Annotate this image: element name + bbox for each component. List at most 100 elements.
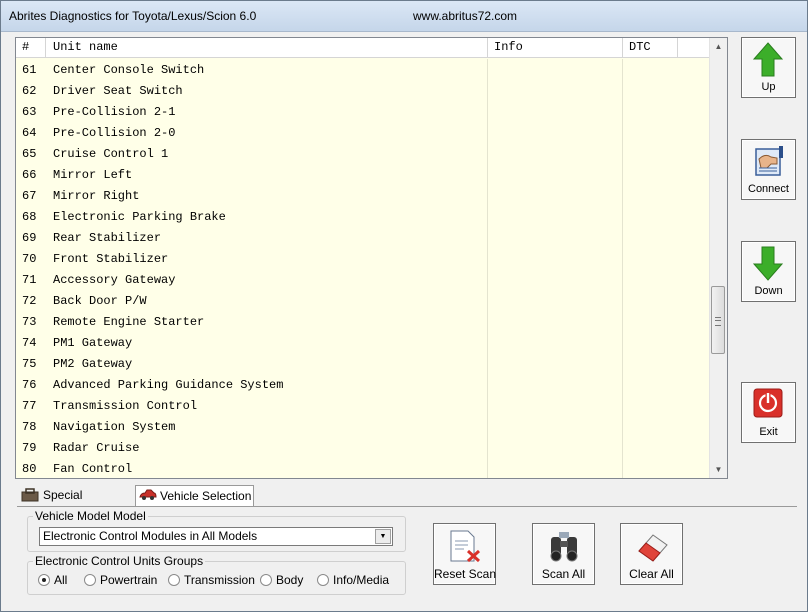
- column-header-dtc[interactable]: DTC: [623, 38, 678, 57]
- scan-all-label: Scan All: [541, 567, 586, 581]
- row-info: [488, 458, 623, 478]
- row-unit-name: Back Door P/W: [46, 290, 488, 311]
- row-unit-name: PM1 Gateway: [46, 332, 488, 353]
- row-info: [488, 395, 623, 416]
- row-dtc: [623, 311, 678, 332]
- row-dtc: [623, 374, 678, 395]
- row-dtc: [623, 164, 678, 185]
- table-row[interactable]: 75 PM2 Gateway: [16, 353, 710, 374]
- up-button[interactable]: Up: [741, 37, 796, 98]
- row-unit-name: Pre-Collision 2-1: [46, 101, 488, 122]
- radio-info-media-indicator[interactable]: [317, 574, 329, 586]
- title-bar[interactable]: Abrites Diagnostics for Toyota/Lexus/Sci…: [1, 1, 807, 32]
- unit-list[interactable]: # Unit name Info DTC 61 Center Console Sw…: [15, 37, 728, 479]
- row-info: [488, 80, 623, 101]
- unit-rows: 61 Center Console Switch 62 Driver Seat Swi…: [16, 59, 710, 478]
- table-row[interactable]: 73 Remote Engine Starter: [16, 311, 710, 332]
- table-row[interactable]: 61 Center Console Switch: [16, 59, 710, 80]
- row-unit-name: Remote Engine Starter: [46, 311, 488, 332]
- table-row[interactable]: 72 Back Door P/W: [16, 290, 710, 311]
- table-row[interactable]: 66 Mirror Left: [16, 164, 710, 185]
- table-row[interactable]: 65 Cruise Control 1: [16, 143, 710, 164]
- row-unit-name: Rear Stabilizer: [46, 227, 488, 248]
- document-x-icon: [450, 530, 481, 563]
- row-number: 71: [22, 273, 37, 287]
- scroll-down-arrow-icon[interactable]: ▼: [710, 461, 727, 478]
- clear-all-button[interactable]: Clear All: [620, 523, 683, 585]
- table-row[interactable]: 69 Rear Stabilizer: [16, 227, 710, 248]
- row-number: 64: [22, 126, 37, 140]
- radio-powertrain-indicator[interactable]: [84, 574, 96, 586]
- row-unit-name: Accessory Gateway: [46, 269, 488, 290]
- row-info: [488, 290, 623, 311]
- tab-vehicle-selection-label: Vehicle Selection: [160, 489, 252, 503]
- row-number: 63: [22, 105, 37, 119]
- table-row[interactable]: 71 Accessory Gateway: [16, 269, 710, 290]
- row-number: 79: [22, 441, 37, 455]
- radio-transmission-indicator[interactable]: [168, 574, 180, 586]
- exit-button[interactable]: Exit: [741, 382, 796, 443]
- window-title: Abrites Diagnostics for Toyota/Lexus/Sci…: [9, 9, 257, 23]
- table-row[interactable]: 79 Radar Cruise: [16, 437, 710, 458]
- row-info: [488, 269, 623, 290]
- reset-scan-button[interactable]: Reset Scan: [433, 523, 496, 585]
- vertical-scrollbar[interactable]: ▲ ▼: [709, 38, 727, 478]
- table-row[interactable]: 76 Advanced Parking Guidance System: [16, 374, 710, 395]
- table-row[interactable]: 64 Pre-Collision 2-0: [16, 122, 710, 143]
- tab-vehicle-selection[interactable]: Vehicle Selection: [135, 485, 254, 507]
- window-url: www.abritus72.com: [413, 9, 518, 23]
- connect-button[interactable]: Connect: [741, 139, 796, 200]
- power-icon: [753, 388, 783, 418]
- column-header-unit-name[interactable]: Unit name: [46, 38, 488, 57]
- row-unit-name: Electronic Parking Brake: [46, 206, 488, 227]
- eraser-icon: [638, 534, 668, 562]
- vehicle-model-group-title: Vehicle Model Model: [33, 509, 148, 523]
- table-row[interactable]: 63 Pre-Collision 2-1: [16, 101, 710, 122]
- table-row[interactable]: 68 Electronic Parking Brake: [16, 206, 710, 227]
- tab-special-functions[interactable]: Special Functions: [17, 485, 133, 523]
- scroll-up-arrow-icon[interactable]: ▲: [710, 38, 727, 55]
- column-header-info[interactable]: Info: [488, 38, 623, 57]
- table-row[interactable]: 62 Driver Seat Switch: [16, 80, 710, 101]
- chevron-down-icon[interactable]: ▼: [375, 529, 391, 544]
- row-number: 70: [22, 252, 37, 266]
- down-button[interactable]: Down: [741, 241, 796, 302]
- row-unit-name: Driver Seat Switch: [46, 80, 488, 101]
- row-number: 75: [22, 357, 37, 371]
- row-dtc: [623, 59, 678, 80]
- row-dtc: [623, 80, 678, 101]
- row-info: [488, 248, 623, 269]
- unit-list-header: # Unit name Info DTC: [16, 38, 710, 58]
- row-unit-name: Mirror Right: [46, 185, 488, 206]
- row-info: [488, 122, 623, 143]
- row-info: [488, 206, 623, 227]
- row-dtc: [623, 269, 678, 290]
- row-number: 61: [22, 63, 37, 77]
- column-header-num[interactable]: #: [16, 38, 46, 57]
- row-dtc: [623, 185, 678, 206]
- down-button-label: Down: [754, 285, 783, 297]
- table-row[interactable]: 67 Mirror Right: [16, 185, 710, 206]
- connect-hand-icon: [755, 146, 783, 176]
- table-row[interactable]: 78 Navigation System: [16, 416, 710, 437]
- table-row[interactable]: 74 PM1 Gateway: [16, 332, 710, 353]
- arrow-up-icon: [753, 42, 783, 77]
- row-dtc: [623, 416, 678, 437]
- app-window: Abrites Diagnostics for Toyota/Lexus/Sci…: [0, 0, 808, 612]
- scrollbar-thumb[interactable]: [711, 286, 725, 354]
- row-number: 77: [22, 399, 37, 413]
- binoculars-icon: [550, 532, 578, 562]
- table-row[interactable]: 70 Front Stabilizer: [16, 248, 710, 269]
- radio-body-indicator[interactable]: [260, 574, 272, 586]
- ecu-groups-group-title: Electronic Control Units Groups: [33, 554, 206, 568]
- row-unit-name: Pre-Collision 2-0: [46, 122, 488, 143]
- row-number: 67: [22, 189, 37, 203]
- row-info: [488, 332, 623, 353]
- vehicle-model-select[interactable]: Electronic Control Modules in All Models…: [39, 527, 393, 546]
- table-row[interactable]: 77 Transmission Control: [16, 395, 710, 416]
- row-unit-name: Center Console Switch: [46, 59, 488, 80]
- radio-all-indicator[interactable]: [38, 574, 50, 586]
- row-unit-name: Transmission Control: [46, 395, 488, 416]
- scan-all-button[interactable]: Scan All: [532, 523, 595, 585]
- table-row[interactable]: 80 Fan Control: [16, 458, 710, 478]
